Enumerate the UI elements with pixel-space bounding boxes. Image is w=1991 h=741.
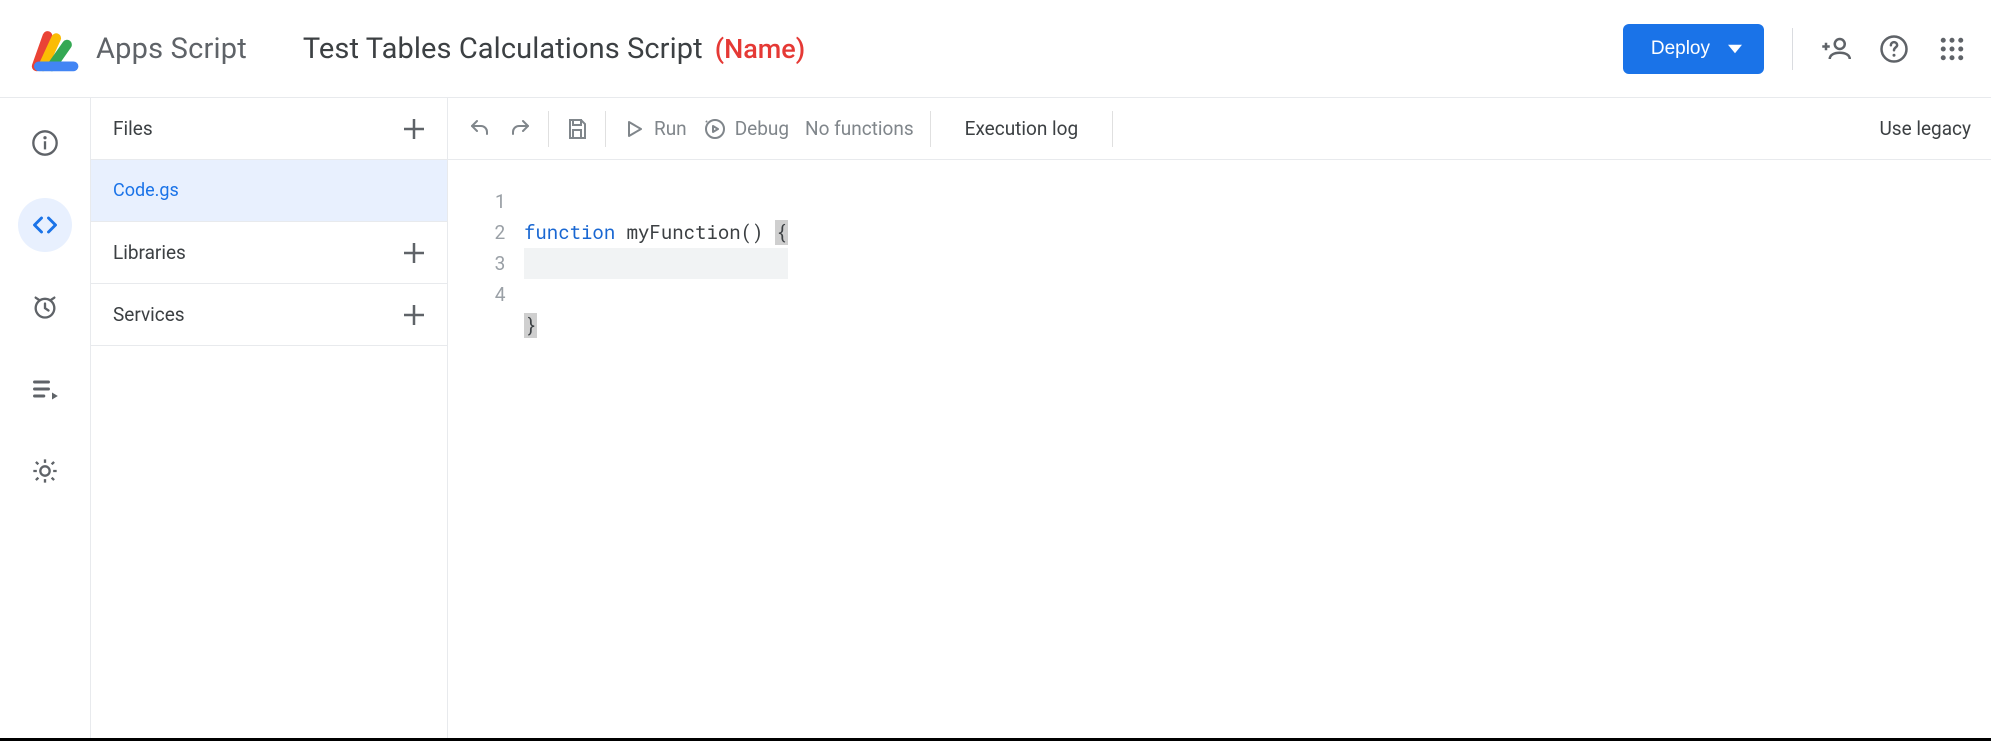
- debug-label: Debug: [735, 117, 789, 140]
- code-keyword: function: [524, 220, 615, 245]
- line-number: 2: [448, 217, 506, 248]
- rail-executions-button[interactable]: [18, 362, 72, 416]
- debug-button[interactable]: Debug: [703, 117, 789, 141]
- help-icon[interactable]: [1879, 34, 1909, 64]
- apps-script-logo-icon: [28, 23, 80, 75]
- rail-settings-button[interactable]: [18, 444, 72, 498]
- editor-area: Run Debug No functions Execution log Use…: [448, 98, 1991, 738]
- left-rail: [0, 98, 90, 738]
- app-header: Apps Script Test Tables Calculations Scr…: [0, 0, 1991, 98]
- function-selector[interactable]: No functions: [805, 117, 914, 140]
- services-header: Services: [91, 284, 447, 346]
- project-title[interactable]: Test Tables Calculations Script: [303, 32, 703, 66]
- editor-toolbar: Run Debug No functions Execution log Use…: [448, 98, 1991, 160]
- run-label: Run: [654, 117, 687, 140]
- play-icon: [622, 117, 646, 141]
- rail-triggers-button[interactable]: [18, 280, 72, 334]
- clock-alarm-icon: [31, 293, 59, 321]
- debug-icon: [703, 117, 727, 141]
- files-header-label: Files: [113, 117, 153, 140]
- share-person-add-icon[interactable]: [1821, 34, 1851, 64]
- add-service-icon[interactable]: [399, 300, 429, 330]
- files-header: Files: [91, 98, 447, 160]
- rail-editor-button[interactable]: [18, 198, 72, 252]
- product-name: Apps Script: [96, 32, 247, 66]
- libraries-header: Libraries: [91, 222, 447, 284]
- line-number: 4: [448, 279, 506, 310]
- header-actions: Deploy: [1623, 24, 1967, 74]
- add-file-icon[interactable]: [399, 114, 429, 144]
- run-button[interactable]: Run: [622, 117, 687, 141]
- gear-icon: [31, 457, 59, 485]
- redo-icon[interactable]: [508, 117, 532, 141]
- code-indent: [524, 251, 547, 276]
- divider: [605, 111, 606, 147]
- file-item-code-gs[interactable]: Code.gs: [91, 160, 447, 222]
- divider: [930, 111, 931, 147]
- file-item-label: Code.gs: [113, 180, 179, 201]
- code-fn-name: myFunction: [627, 220, 741, 245]
- code-open-brace: {: [775, 220, 788, 245]
- name-annotation: (Name): [715, 33, 805, 65]
- info-icon: [31, 129, 59, 157]
- chevron-down-icon: [1728, 42, 1742, 56]
- deploy-button[interactable]: Deploy: [1623, 24, 1764, 74]
- line-gutter: 1 2 3 4: [448, 186, 524, 403]
- code-active-line: [524, 248, 788, 279]
- execution-log-button[interactable]: Execution log: [947, 117, 1097, 140]
- add-library-icon[interactable]: [399, 238, 429, 268]
- undo-icon[interactable]: [468, 117, 492, 141]
- code-editor[interactable]: 1 2 3 4 function myFunction() { }: [448, 160, 1991, 403]
- save-icon[interactable]: [565, 117, 589, 141]
- code-close-brace: }: [524, 313, 537, 338]
- code-content: function myFunction() { }: [524, 186, 788, 403]
- divider: [1112, 111, 1113, 147]
- executions-icon: [31, 375, 59, 403]
- rail-overview-button[interactable]: [18, 116, 72, 170]
- apps-grid-icon[interactable]: [1937, 34, 1967, 64]
- deploy-button-label: Deploy: [1651, 38, 1710, 60]
- code-parens: (): [741, 220, 764, 245]
- logo-area: Apps Script: [28, 23, 247, 75]
- file-panel: Files Code.gs Libraries Services: [90, 98, 448, 738]
- line-number: 3: [448, 248, 506, 279]
- line-number: 1: [448, 186, 506, 217]
- divider: [1792, 28, 1793, 70]
- code-icon: [31, 211, 59, 239]
- use-legacy-button[interactable]: Use legacy: [1879, 117, 1971, 140]
- libraries-header-label: Libraries: [113, 241, 186, 264]
- services-header-label: Services: [113, 303, 185, 326]
- divider: [548, 111, 549, 147]
